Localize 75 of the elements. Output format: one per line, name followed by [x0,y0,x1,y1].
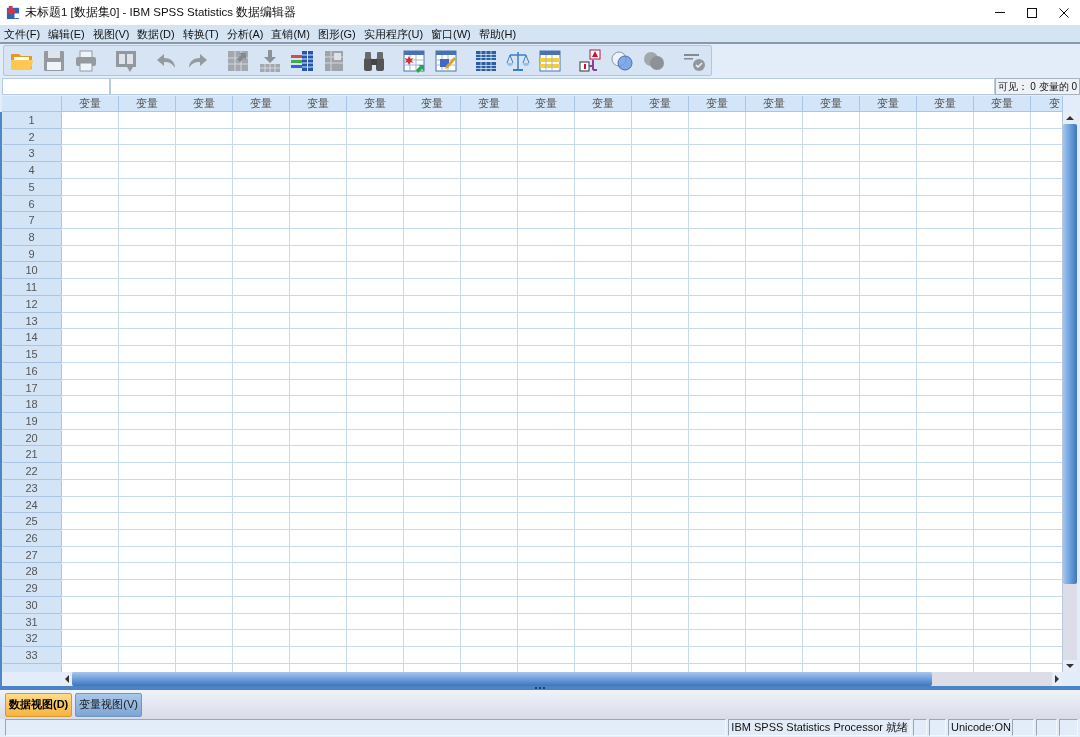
cell-value-field[interactable] [110,78,995,95]
column-header[interactable]: 变量 [119,96,176,112]
row-header[interactable]: 22 [2,463,62,480]
menu-item[interactable]: 分析(A) [222,26,268,41]
circles-icon[interactable] [610,48,634,73]
column-header[interactable]: 变量 [290,96,347,112]
column-header[interactable]: 变量 [689,96,746,112]
column-header[interactable]: 变量 [860,96,917,112]
status-text: IBM SPSS Statistics Processor 就绪 [728,719,911,736]
column-header[interactable]: 变 [1031,96,1063,112]
row-header[interactable]: 21 [2,446,62,464]
menu-item[interactable]: 转换(T) [178,26,223,41]
encoding-status: Unicode:ON [948,719,1010,736]
status-panel [929,719,946,736]
row-header[interactable]: 33 [2,647,62,664]
column-header[interactable]: 变量 [404,96,461,112]
row-header[interactable]: 1 [2,112,62,129]
row-header[interactable]: 25 [2,513,62,530]
table-pencil-icon[interactable] [434,48,458,73]
bars-grid-icon[interactable] [290,48,314,73]
column-header[interactable]: 变量 [974,96,1031,112]
row-header[interactable]: 3 [2,145,62,163]
row-header[interactable]: 14 [2,329,62,347]
vertical-scrollbar[interactable] [1062,112,1077,672]
row-header[interactable]: 4 [2,162,62,179]
view-tab[interactable]: 数据视图(D) [5,692,73,717]
status-panel [1059,719,1078,736]
highlighted-table-icon[interactable] [538,48,562,73]
menu-item[interactable]: 帮助(H) [474,26,521,41]
two-tables-icon[interactable] [474,48,498,73]
row-header[interactable]: 29 [2,580,62,597]
menu-item[interactable]: 编辑(E) [44,26,89,41]
scroll-up-icon[interactable] [1066,116,1074,120]
maximize-icon[interactable] [1027,7,1037,18]
window-title: 未标题1 [数据集0] - IBM SPSS Statistics 数据编辑器 [25,4,297,20]
app-icon [6,5,21,20]
status-panel [1036,719,1057,736]
column-header[interactable]: 变量 [518,96,575,112]
row-header[interactable]: 32 [2,630,62,647]
column-header[interactable]: 变量 [575,96,632,112]
menu-item[interactable]: 窗口(W) [427,26,475,41]
column-header[interactable]: 变量 [803,96,860,112]
grid-corner [2,96,62,112]
column-header[interactable]: 变量 [917,96,974,112]
cell-reference-field[interactable] [2,78,110,95]
menu-item[interactable]: 直销(M) [267,26,314,41]
status-panel [913,719,927,736]
column-header[interactable]: 变量 [461,96,518,112]
menu-item[interactable]: 文件(F) [0,26,45,41]
row-header[interactable]: 15 [2,346,62,363]
view-tab[interactable]: 变量视图(V) [75,692,142,717]
row-header[interactable]: 28 [2,563,62,581]
close-icon[interactable] [1059,7,1069,18]
column-header[interactable]: 变量 [62,96,119,112]
scroll-down-icon[interactable] [1066,664,1074,668]
scroll-right-icon[interactable] [1055,675,1059,683]
scroll-left-icon[interactable] [65,675,69,683]
menu-item[interactable]: 视图(V) [88,26,134,41]
linked-boxes-icon[interactable] [578,48,602,73]
column-header[interactable]: 变量 [746,96,803,112]
visible-count-label: 可见： 0 变量的 0 [994,78,1080,95]
column-header[interactable]: 变量 [347,96,404,112]
column-header[interactable]: 变量 [632,96,689,112]
menu-item[interactable]: 图形(G) [313,26,360,41]
row-header[interactable]: 7 [2,212,62,230]
scrollbar-thumb[interactable] [1063,124,1077,584]
column-header[interactable]: 变量 [176,96,233,112]
row-header[interactable]: 18 [2,396,62,413]
row-header[interactable]: 10 [2,262,62,280]
menu-item[interactable]: 实用程序(U) [359,26,428,41]
status-panel [1012,719,1034,736]
menu-item[interactable]: 数据(D) [133,26,179,41]
row-header[interactable]: 11 [2,279,62,296]
column-header[interactable]: 变量 [233,96,290,112]
row-header[interactable]: 8 [2,229,62,246]
